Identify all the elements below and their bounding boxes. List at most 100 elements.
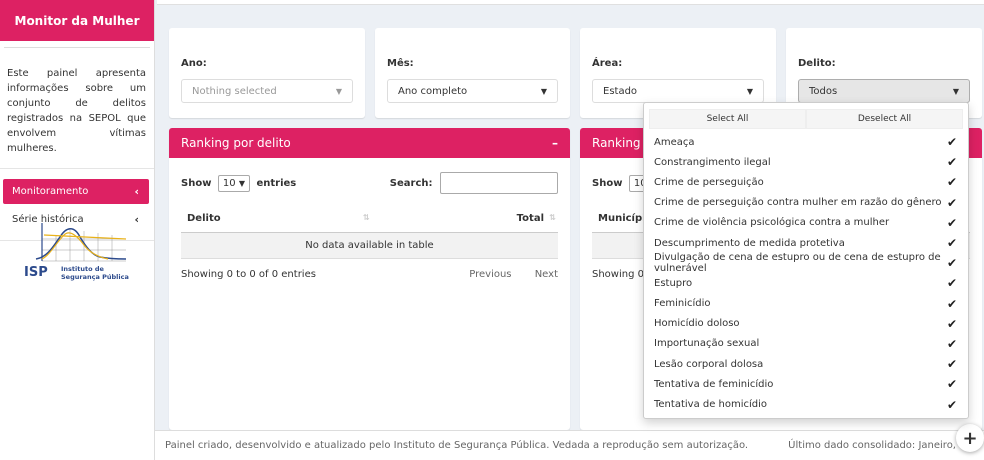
footer-credits: Painel criado, desenvolvido e atualizado… [165,440,749,451]
sort-icon: ⇅ [549,213,556,222]
deselect-all-button[interactable]: Deselect All [806,109,963,129]
entries-label: entries [256,177,297,189]
select-value: Estado [603,85,638,97]
data-table: Delito ⇅ Total ⇅ No data available in tabl… [181,205,558,259]
entries-select[interactable]: 10 ▼ [217,174,250,192]
option-label: Lesão corporal dolosa [654,358,764,370]
option-label: Crime de perseguição [654,176,764,188]
dropdown-option[interactable]: Descumprimento de medida protetiva ✔ [649,233,963,253]
show-label: Show [592,177,623,189]
ano-select[interactable]: Nothing selected ▼ [181,79,353,103]
dropdown-option[interactable]: Crime de perseguição contra mulher em ra… [649,193,963,213]
caret-down-icon: ▼ [952,86,959,96]
filter-label: Área: [592,58,623,69]
show-label: Show [181,177,212,189]
sidebar-item-monitoramento[interactable]: Monitoramento ‹ [3,179,149,204]
column-header-delito[interactable]: Delito ⇅ [181,205,370,233]
search-input[interactable] [440,172,558,194]
filter-ano: Ano: Nothing selected ▼ [169,28,365,118]
dropdown-option[interactable]: Importunação sexual ✔ [649,334,963,354]
checkmark-icon: ✔ [946,175,957,190]
option-label: Crime de perseguição contra mulher em ra… [654,197,942,209]
checkmark-icon: ✔ [946,296,957,311]
top-bar [157,0,984,5]
filter-label: Ano: [181,58,207,69]
option-label: Descumprimento de medida protetiva [654,237,845,249]
empty-row: No data available in table [181,232,558,259]
previous-button[interactable]: Previous [469,269,511,280]
caret-down-icon: ▼ [335,86,342,96]
logo-abbr: ISP [24,265,48,280]
dropdown-option[interactable]: Homicídio doloso ✔ [649,314,963,334]
search-label: Search: [389,178,433,189]
dropdown-option[interactable]: Constrangimento ilegal ✔ [649,152,963,172]
dropdown-option[interactable]: Tentativa de feminicídio ✔ [649,374,963,394]
checkmark-icon: ✔ [946,135,957,150]
dropdown-option[interactable]: Crime de perseguição ✔ [649,172,963,192]
column-label: Delito [187,213,221,224]
caret-down-icon: ▼ [540,86,547,96]
option-label: Constrangimento ilegal [654,156,771,168]
dropdown-option[interactable]: Lesão corporal dolosa ✔ [649,354,963,374]
option-label: Importunação sexual [654,338,760,350]
checkmark-icon: ✔ [946,357,957,372]
footer: Painel criado, desenvolvido e atualizado… [155,430,984,460]
collapse-button[interactable]: – [552,136,558,150]
brand-title[interactable]: Monitor da Mulher [0,0,154,41]
select-value: Ano completo [398,85,468,97]
area-select[interactable]: Estado ▼ [592,79,764,103]
option-label: Homicídio doloso [654,318,740,330]
chevron-left-icon: ‹ [134,185,139,198]
sidebar-description: Este painel apresenta informações sobre … [4,47,150,156]
checkmark-icon: ✔ [946,397,957,412]
length-control: Show 10 ▼ entries [181,174,297,192]
option-label: Tentativa de homicídio [654,399,768,411]
delito-dropdown-menu: Select All Deselect All Ameaça ✔ Constrang… [643,102,969,419]
column-label: Total [516,213,544,224]
filter-mes: Mês: Ano completo ▼ [375,28,570,118]
checkmark-icon: ✔ [946,215,957,230]
dropdown-option[interactable]: Crime de violência psicológica contra a … [649,213,963,233]
option-label: Feminicídio [654,298,711,310]
dropdown-option[interactable]: Estupro ✔ [649,273,963,293]
bulk-actions: Select All Deselect All [649,109,963,129]
sidebar-item-label: Monitoramento [12,186,89,197]
checkmark-icon: ✔ [946,195,957,210]
caret-down-icon: ▼ [746,86,753,96]
select-value: Nothing selected [192,85,277,97]
checkmark-icon: ✔ [946,336,957,351]
checkmark-icon: ✔ [946,276,957,291]
checkmark-icon: ✔ [946,316,957,331]
footer-last-update: Último dado consolidado: Janeiro, [788,440,956,451]
chevron-left-icon: ‹ [134,213,139,226]
dropdown-option[interactable]: Tentativa de homicídio ✔ [649,394,963,414]
logo-line1: Instituto de [61,265,104,273]
ranking-delito-box: Ranking por delito – Show 10 ▼ entries S… [169,128,570,430]
filter-label: Delito: [798,58,836,69]
dropdown-option[interactable]: Divulgação de cena de estupro ou de cena… [649,252,963,275]
option-label: Tentativa de feminicídio [654,378,774,390]
select-value: Todos [809,85,838,97]
options-list: Ameaça ✔ Constrangimento ilegal ✔ Crime de p… [649,132,963,415]
delito-select[interactable]: Todos ▼ [798,79,970,103]
dropdown-option[interactable]: Ameaça ✔ [649,132,963,152]
option-label: Divulgação de cena de estupro ou de cena… [654,252,941,275]
dropdown-option[interactable]: Feminicídio ✔ [649,294,963,314]
checkmark-icon: ✔ [946,377,957,392]
filter-label: Mês: [387,58,414,69]
divider [0,168,154,169]
pagination: Previous Next [439,269,558,280]
column-header-total[interactable]: Total ⇅ [365,205,558,233]
next-button[interactable]: Next [535,269,558,280]
entries-value: 10 [222,177,236,189]
box-header: Ranking por delito – [169,128,570,158]
checkmark-icon: ✔ [946,256,957,271]
plus-button[interactable]: + [956,424,984,452]
option-label: Ameaça [654,136,695,148]
isp-logo: ISP Instituto de Segurança Pública [24,223,129,281]
logo-line2: Segurança Pública [61,273,129,281]
option-label: Crime de violência psicológica contra a … [654,217,890,229]
option-label: Estupro [654,277,693,289]
select-all-button[interactable]: Select All [649,109,806,129]
mes-select[interactable]: Ano completo ▼ [387,79,558,103]
